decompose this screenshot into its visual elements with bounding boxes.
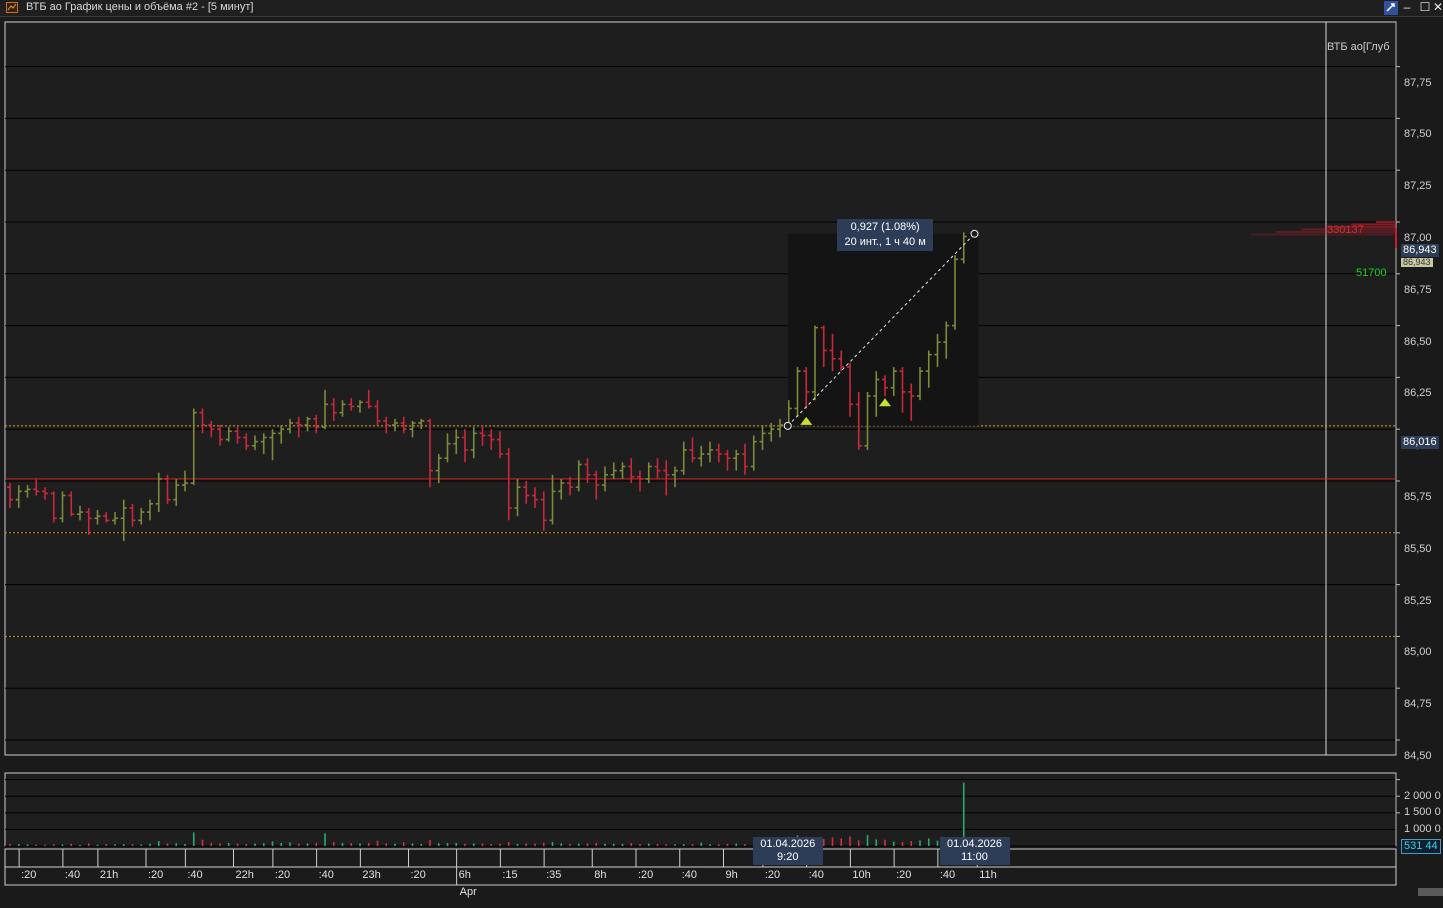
crosshair-end-time: 11:00: [961, 851, 988, 863]
current-volume-label: 531 44: [1401, 839, 1441, 855]
time-tick-label: 10h: [852, 869, 871, 881]
y-tick-label: 86,25: [1404, 387, 1432, 400]
time-tick-label: :40: [939, 869, 956, 881]
chart-panel[interactable]: 87,7587,5087,2587,0086,7586,5086,2586,00…: [0, 17, 1443, 908]
time-tick-label: 8h: [594, 869, 607, 881]
crosshair-start-date: 01.04.2026: [760, 838, 816, 850]
price-volume-chart[interactable]: [0, 17, 1443, 908]
measure-area: [787, 233, 979, 426]
time-tick-label: :20: [148, 869, 164, 881]
time-tick-label: :20: [896, 869, 912, 881]
crosshair-start-time: 9:20: [777, 851, 799, 863]
window-title: ВТБ ао График цены и объёма #2 - [5 мину…: [26, 1, 254, 13]
price-plot-area: [4, 21, 1397, 756]
time-tick-label: :40: [808, 869, 824, 881]
link-icon[interactable]: [1384, 1, 1398, 15]
measure-duration: 20 инт., 1 ч 40 м: [844, 235, 926, 248]
time-tick-label: 23h: [362, 869, 381, 881]
crosshair-end-date: 01.04.2026: [946, 838, 1003, 850]
y-tick-label: 85,50: [1404, 542, 1432, 555]
time-tick-label: :20: [274, 869, 291, 881]
orderbook-ask-volume: 330137: [1327, 223, 1364, 236]
time-tick-label: 21h: [99, 869, 119, 881]
measure-end-handle: [970, 229, 979, 238]
time-axis: [4, 848, 1397, 868]
time-tick-label: 9h: [725, 869, 738, 881]
orderbook-ask-bar: [1376, 221, 1396, 223]
y-tick-label: 87,50: [1404, 128, 1432, 141]
time-tick-label: 11h: [979, 869, 997, 881]
time-tick-label: :35: [546, 869, 562, 881]
y-tick-label: 85,00: [1404, 646, 1432, 659]
orderbook-bid-volume: 51700: [1356, 267, 1387, 280]
time-tick-label: :20: [764, 869, 781, 881]
time-tick-label: :40: [64, 869, 81, 881]
orderbook-marker: [1395, 228, 1397, 249]
month-axis: [4, 866, 1397, 886]
y-tick-label: 86,50: [1404, 335, 1432, 348]
close-button[interactable]: ✕: [1433, 0, 1443, 16]
y-tick-label: 85,25: [1404, 594, 1432, 607]
time-tick-label: :40: [187, 869, 203, 881]
time-tick-label: :15: [502, 869, 518, 881]
orderbook-header: ВТБ ао[Глуб: [1327, 41, 1390, 53]
measure-change: 0,927 (1.08%): [850, 220, 920, 233]
volume-tick-label: 1 000 0: [1404, 822, 1441, 835]
time-tick-label: 6h: [458, 869, 471, 881]
volume-tick-label: 1 500 0: [1404, 806, 1441, 819]
bid-price-label: 86,943: [1401, 257, 1433, 267]
crosshair-start-label: 01.04.2026 9:20: [752, 837, 823, 865]
time-tick-label: :20: [410, 869, 426, 881]
y-tick-label: 87,25: [1404, 180, 1432, 193]
y-tick-label: 85,75: [1404, 491, 1432, 503]
y-tick-label: 86,75: [1404, 283, 1432, 296]
time-tick-label: :40: [318, 869, 334, 881]
last-price-label: 86,943: [1401, 243, 1439, 257]
horizontal-scrollbar-thumb[interactable]: [1418, 888, 1443, 896]
y-tick-label: 87,00: [1404, 232, 1432, 244]
time-tick-label: :40: [681, 869, 698, 881]
measure-tooltip: 0,927 (1.08%) 20 инт., 1 ч 40 м: [837, 218, 934, 251]
measure-start-handle: [783, 421, 792, 430]
y-tick-label: 84,50: [1404, 750, 1432, 762]
crosshair-end-label: 01.04.2026 11:00: [939, 837, 1010, 865]
volume-tick-label: 2 000 0: [1404, 789, 1441, 802]
minimize-button[interactable]: –: [1398, 0, 1416, 16]
y-tick-label: 87,75: [1404, 76, 1432, 89]
level-price-label: 86,016: [1401, 435, 1439, 449]
maximize-button[interactable]: ☐: [1416, 0, 1434, 16]
time-tick-label: :20: [21, 869, 37, 881]
time-tick-label: :20: [638, 869, 654, 881]
orderbook-ask-bar: [1251, 233, 1396, 236]
y-tick-label: 84,75: [1404, 698, 1432, 711]
month-label: Apr: [459, 886, 477, 898]
chart-window-icon: [6, 2, 18, 13]
time-tick-label: 22h: [235, 869, 254, 881]
volume-plot-area: [4, 772, 1397, 847]
window-titlebar[interactable]: ВТБ ао График цены и объёма #2 - [5 мину…: [0, 0, 1443, 17]
